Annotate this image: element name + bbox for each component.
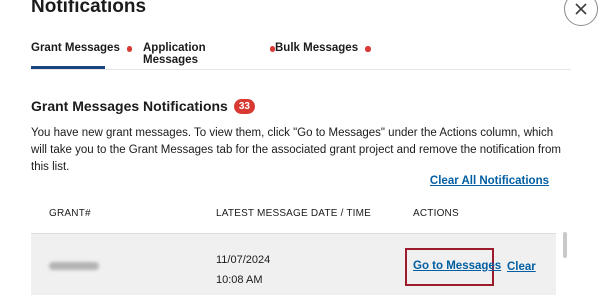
tab-bar: Grant Messages Application Messages Bulk… — [31, 42, 395, 69]
go-to-messages-link[interactable]: Go to Messages — [413, 260, 501, 272]
notification-count-badge: 33 — [233, 98, 255, 114]
tab-grant-messages[interactable]: Grant Messages — [31, 42, 143, 69]
clear-all-notifications-link[interactable]: Clear All Notifications — [430, 175, 549, 187]
scrollbar[interactable] — [563, 232, 567, 258]
unread-dot-icon — [365, 46, 371, 52]
tab-label: Application Messages — [143, 42, 206, 66]
tab-label: Bulk Messages — [275, 42, 359, 54]
close-button[interactable] — [564, 0, 598, 26]
message-date: 11/07/2024 — [216, 254, 271, 266]
section-description: You have new grant messages. To view the… — [31, 127, 561, 173]
column-header-grant: GRANT# — [49, 208, 91, 219]
section-title: Grant Messages Notifications 33 — [31, 98, 255, 114]
page-title: Notifications — [31, 0, 147, 17]
section-title-text: Grant Messages Notifications — [31, 98, 228, 114]
clear-notification-link[interactable]: Clear — [507, 261, 536, 273]
unread-dot-icon — [126, 46, 133, 52]
message-time: 10:08 AM — [216, 274, 263, 286]
tab-label: Grant Messages — [31, 42, 120, 54]
table-row: 11/07/2024 10:08 AM Go to Messages Clear — [31, 233, 556, 295]
close-icon — [575, 3, 587, 15]
tab-bulk-messages[interactable]: Bulk Messages — [275, 42, 395, 69]
redacted-grant-number — [49, 262, 99, 270]
tab-application-messages[interactable]: Application Messages — [143, 42, 275, 69]
tabs-divider — [31, 69, 571, 70]
column-header-actions: ACTIONS — [413, 208, 459, 219]
column-header-date: LATEST MESSAGE DATE / TIME — [216, 208, 372, 219]
message-datetime: 11/07/2024 10:08 AM — [216, 250, 270, 290]
